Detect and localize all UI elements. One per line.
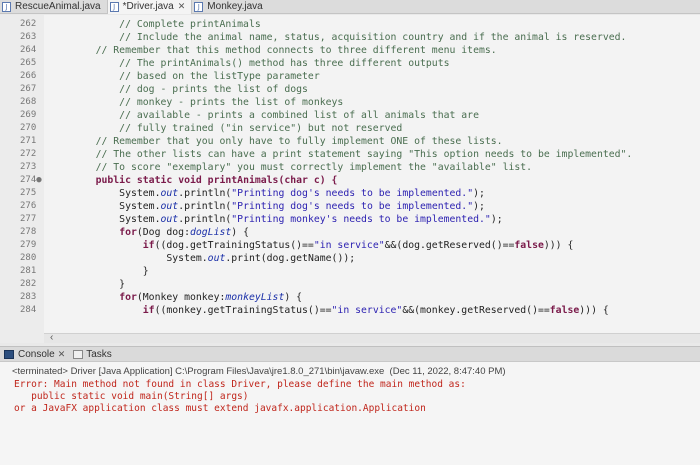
editor-tab-label: RescueAnimal.java — [15, 1, 101, 12]
code-text: // dog - prints the list of dogs — [72, 84, 308, 95]
line-number: 269 — [20, 110, 37, 120]
error-line: public static void main(String[] args) — [14, 391, 249, 402]
code-text: if((dog.getTrainingStatus()=="in service… — [142, 240, 574, 251]
horizontal-scrollbar[interactable]: ‹ — [44, 332, 700, 343]
line-number: 282 — [20, 279, 37, 289]
editor-tab-label: *Driver.java — [122, 1, 174, 12]
line-number: 266 — [20, 71, 37, 81]
code-text: System.out.println("Printing dog's needs… — [72, 201, 485, 212]
error-line: Error: Main method not found in class Dr… — [14, 379, 466, 390]
tab-console[interactable]: Console ✕ — [4, 349, 65, 360]
editor-tab-label: Monkey.java — [207, 1, 263, 12]
line-number: 275 — [20, 188, 37, 198]
code-text: System.out.println("Printing dog's needs… — [72, 188, 485, 199]
line-number: 268 — [20, 97, 37, 107]
line-number: 273 — [20, 162, 37, 172]
code-text: // based on the listType parameter — [72, 71, 320, 82]
tab-tasks[interactable]: Tasks — [73, 349, 112, 360]
console-output[interactable]: <terminated> Driver [Java Application] C… — [0, 362, 700, 465]
code-text: // monkey - prints the list of monkeys — [72, 97, 344, 108]
scroll-left-icon[interactable]: ‹ — [50, 332, 53, 343]
line-number: 279 — [20, 240, 37, 250]
java-file-icon: J — [194, 1, 204, 12]
line-number: 262 — [20, 19, 37, 29]
tasks-icon — [73, 349, 84, 359]
java-file-icon: J — [109, 1, 119, 12]
java-file-icon: J — [2, 1, 11, 12]
code-text: // The printAnimals() method has three d… — [72, 58, 450, 69]
editor-tab[interactable]: J Monkey.java — [192, 0, 268, 14]
code-text: } — [72, 266, 149, 277]
close-icon[interactable]: ✕ — [58, 349, 66, 360]
line-number: 281 — [20, 266, 37, 276]
line-number: 284 — [20, 305, 37, 315]
line-number: 274● — [20, 175, 42, 185]
code-text: // Remember that you only have to fully … — [72, 136, 503, 147]
line-number: 277 — [20, 214, 37, 224]
line-number: 265 — [20, 58, 37, 68]
terminated-status: <terminated> Driver [Java Application] C… — [12, 366, 506, 377]
tasks-tab-label: Tasks — [86, 348, 112, 360]
console-tab-bar: Console ✕ Tasks — [0, 346, 700, 362]
line-number: 276 — [20, 201, 37, 211]
editor-tab[interactable]: J RescueAnimal.java — [0, 0, 107, 14]
code-text: System.out.println("Printing monkey's ne… — [72, 214, 503, 225]
console-tab-label: Console — [18, 348, 55, 360]
close-tab-icon[interactable]: ✕ — [178, 1, 186, 12]
code-text: } — [72, 279, 126, 290]
line-number: 271 — [20, 136, 37, 146]
line-number: 267 — [20, 84, 37, 94]
code-editor[interactable]: ‹ 262 // Complete printAnimals 263 // Inc… — [0, 15, 700, 343]
code-text: // Remember that this method connects to… — [72, 45, 497, 56]
line-number: 272 — [20, 149, 37, 159]
code-text: // Include the animal name, status, acqu… — [72, 32, 627, 43]
console-icon — [4, 349, 14, 359]
code-text: System.out.print(dog.getName()); — [72, 253, 356, 264]
error-line: or a JavaFX application class must exten… — [14, 403, 426, 414]
line-number: 278 — [20, 227, 37, 237]
line-number: 270 — [20, 123, 37, 133]
code-text: for(Monkey monkey:monkeyList) { — [119, 292, 303, 303]
editor-tab-bar: J RescueAnimal.java J *Driver.java ✕ J Monkey.… — [0, 0, 700, 14]
code-text: if((monkey.getTrainingStatus()=="in serv… — [142, 305, 609, 316]
line-number: 283 — [20, 292, 37, 302]
code-text: // The other lists can have a print stat… — [72, 149, 633, 160]
code-text: // available - prints a combined list of… — [72, 110, 479, 121]
line-number: 264 — [20, 45, 37, 55]
line-number: 263 — [20, 32, 37, 42]
code-text: for(Dog dog:dogList) { — [119, 227, 249, 238]
line-number: 280 — [20, 253, 37, 263]
code-text: // Complete printAnimals — [72, 19, 261, 30]
code-text: // To score "exemplary" you must correct… — [72, 162, 533, 173]
code-text: public static void printAnimals(char c) … — [95, 175, 338, 186]
editor-tab[interactable]: J *Driver.java ✕ — [106, 0, 193, 14]
code-text: // fully trained ("in service") but not … — [72, 123, 403, 134]
